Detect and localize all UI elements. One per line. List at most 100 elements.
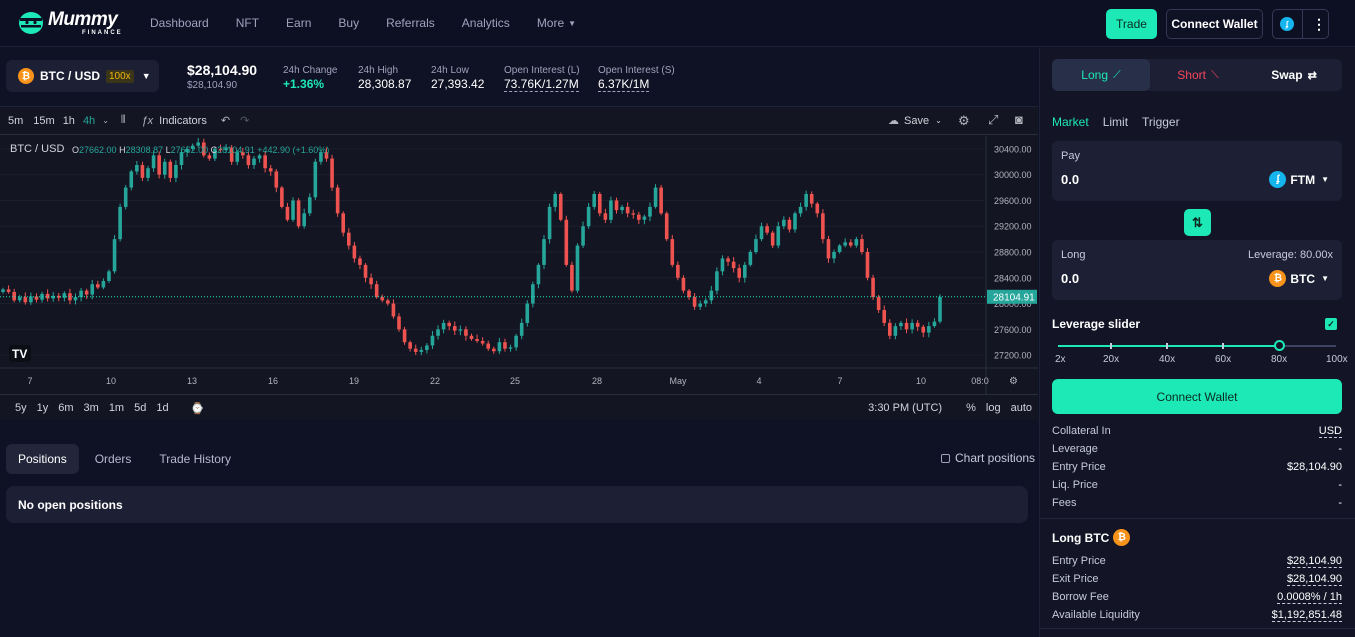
info-row: Collateral In USD bbox=[1052, 424, 1342, 438]
chevron-down-icon[interactable]: ⌄ bbox=[102, 116, 109, 125]
logo[interactable]: Mummy FINANCE bbox=[16, 9, 123, 37]
ticker-bar: ₿ BTC / USD 100x ▼ $28,104.90 $28,104.90… bbox=[0, 48, 1038, 106]
fullscreen-icon[interactable]: ⤢ bbox=[988, 112, 998, 128]
candle bbox=[151, 155, 156, 169]
candle bbox=[391, 303, 396, 317]
nav-analytics[interactable]: Analytics bbox=[462, 16, 510, 30]
auto-toggle[interactable]: auto bbox=[1011, 402, 1032, 414]
candle bbox=[614, 200, 619, 211]
indicators-button[interactable]: Indicators bbox=[159, 115, 207, 127]
leverage-slider-checkbox[interactable]: ✓ bbox=[1325, 318, 1337, 330]
tab-long[interactable]: Long ⟋ bbox=[1052, 59, 1150, 91]
long-token-selector[interactable]: ₿ BTC ▼ bbox=[1269, 270, 1329, 287]
candle bbox=[174, 165, 178, 178]
order-type-market[interactable]: Market bbox=[1052, 115, 1089, 129]
date-range-icon[interactable]: ⌚ bbox=[191, 402, 205, 415]
range-1d[interactable]: 1d bbox=[156, 402, 168, 414]
tab-trade-history[interactable]: Trade History bbox=[147, 444, 243, 474]
more-options-icon: ⋮ bbox=[1312, 16, 1326, 32]
long-btc-info: Entry Price $28,104.90 Exit Price $28,104.… bbox=[1052, 552, 1342, 624]
candlestick-chart[interactable]: 30400.00 30000.00 29600.00 29200.00 28800.00… bbox=[0, 136, 1038, 394]
y-tick-label: 30400.00 bbox=[994, 144, 1032, 154]
nav-buy[interactable]: Buy bbox=[338, 16, 359, 30]
chart-positions-toggle[interactable]: Chart positions bbox=[941, 451, 1035, 465]
timeframe-1h[interactable]: 1h bbox=[63, 115, 75, 127]
tab-positions[interactable]: Positions bbox=[6, 444, 79, 474]
tradingview-logo-icon[interactable]: TV bbox=[9, 345, 31, 362]
candle bbox=[374, 284, 379, 298]
candle bbox=[547, 206, 552, 240]
candle bbox=[135, 165, 139, 172]
network-menu-button[interactable]: ʄ ⋮ bbox=[1272, 9, 1329, 39]
range-1m[interactable]: 1m bbox=[109, 402, 124, 414]
candle bbox=[776, 226, 781, 246]
chart-time[interactable]: 3:30 PM (UTC) bbox=[868, 402, 942, 414]
candle bbox=[787, 219, 792, 230]
candle bbox=[804, 194, 808, 207]
nav-nft[interactable]: NFT bbox=[236, 16, 259, 30]
slider-handle[interactable] bbox=[1274, 340, 1286, 351]
log-toggle[interactable]: log bbox=[986, 402, 1001, 414]
candle bbox=[921, 326, 926, 333]
range-1y[interactable]: 1y bbox=[37, 402, 49, 414]
timeframe-4h[interactable]: 4h bbox=[83, 115, 95, 127]
candle bbox=[246, 155, 251, 165]
percent-toggle[interactable]: % bbox=[966, 402, 976, 414]
stat-24h-low: 24h Low 27,393.42 bbox=[431, 65, 485, 91]
candle bbox=[107, 271, 111, 281]
tab-orders[interactable]: Orders bbox=[83, 444, 144, 474]
candle bbox=[492, 348, 496, 352]
x-tick-label: 4 bbox=[756, 376, 761, 386]
indicators-icon[interactable]: ƒx bbox=[142, 115, 154, 127]
order-type-trigger[interactable]: Trigger bbox=[1142, 115, 1180, 129]
pay-token-selector[interactable]: ʄ FTM ▼ bbox=[1269, 171, 1329, 188]
long-label: Long bbox=[1061, 249, 1086, 261]
candle bbox=[252, 158, 256, 165]
collateral-selector[interactable]: USD bbox=[1318, 425, 1342, 438]
range-5d[interactable]: 5d bbox=[134, 402, 146, 414]
candle bbox=[558, 194, 563, 220]
candle bbox=[519, 322, 524, 336]
nav-dashboard[interactable]: Dashboard bbox=[150, 16, 209, 30]
candle bbox=[313, 161, 318, 198]
candle bbox=[525, 303, 530, 323]
bitcoin-icon: ₿ bbox=[18, 68, 34, 84]
timeframe-15m[interactable]: 15m bbox=[33, 115, 54, 127]
undo-icon[interactable]: ↶ bbox=[221, 114, 230, 127]
positions-tabs: Positions Orders Trade History bbox=[6, 444, 247, 474]
leverage-slider[interactable] bbox=[1058, 340, 1336, 351]
candle bbox=[514, 335, 518, 348]
range-3m[interactable]: 3m bbox=[84, 402, 99, 414]
chart-positions-label: Chart positions bbox=[955, 451, 1036, 465]
time-settings-icon[interactable]: ⚙ bbox=[1009, 376, 1018, 387]
nav-more[interactable]: More ▼ bbox=[537, 16, 576, 30]
range-6m[interactable]: 6m bbox=[58, 402, 73, 414]
candle bbox=[285, 206, 290, 220]
range-5y[interactable]: 5y bbox=[15, 402, 27, 414]
timeframe-5m[interactable]: 5m bbox=[8, 115, 23, 127]
nav-earn[interactable]: Earn bbox=[286, 16, 311, 30]
trade-button[interactable]: Trade bbox=[1106, 9, 1157, 39]
camera-icon[interactable]: ◙ bbox=[1015, 112, 1023, 127]
pay-label: Pay bbox=[1061, 150, 1080, 162]
settings-icon[interactable]: ⚙ bbox=[958, 113, 970, 129]
long-input[interactable]: 0.0 bbox=[1061, 271, 1079, 286]
candle-type-icon[interactable]: ⫴ bbox=[121, 114, 126, 127]
info-row: Available Liquidity $1,192,851.48 bbox=[1052, 608, 1342, 622]
pair-selector[interactable]: ₿ BTC / USD 100x ▼ bbox=[6, 60, 159, 92]
candle bbox=[737, 268, 742, 278]
price-chart: 5m 15m 1h 4h ⌄ ⫴ ƒx Indicators ↶ ↷ ☁ Sav… bbox=[0, 106, 1038, 420]
order-type-limit[interactable]: Limit bbox=[1103, 115, 1128, 129]
connect-wallet-header-button[interactable]: Connect Wallet bbox=[1166, 9, 1263, 39]
tab-short[interactable]: Short ⟍ bbox=[1150, 59, 1246, 91]
tab-swap[interactable]: Swap ⇄ bbox=[1246, 59, 1342, 91]
save-button[interactable]: ☁ Save ⌄ bbox=[888, 114, 942, 128]
candle bbox=[123, 187, 128, 207]
candle bbox=[603, 213, 608, 220]
redo-icon[interactable]: ↷ bbox=[240, 114, 249, 127]
connect-wallet-button[interactable]: Connect Wallet bbox=[1052, 379, 1342, 414]
swap-direction-button[interactable]: ⇅ bbox=[1184, 209, 1211, 236]
nav-referrals[interactable]: Referrals bbox=[386, 16, 435, 30]
pay-input[interactable]: 0.0 bbox=[1061, 172, 1079, 187]
candle bbox=[726, 258, 730, 262]
